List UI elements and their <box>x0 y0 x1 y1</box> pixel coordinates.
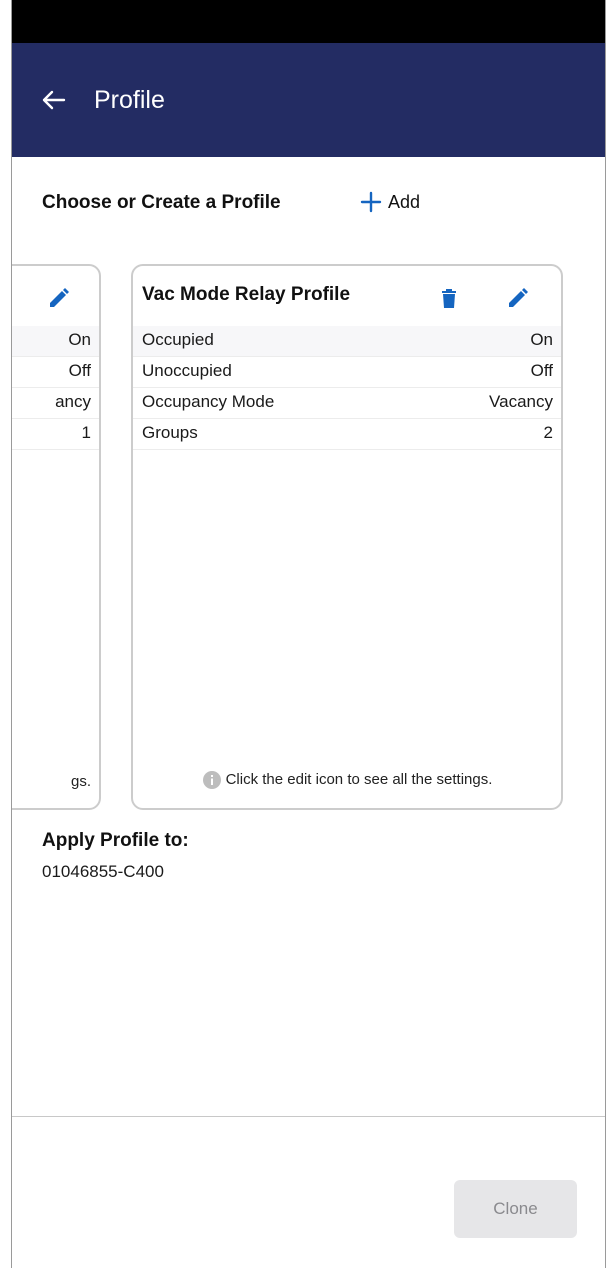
apply-profile-heading: Apply Profile to: <box>42 830 189 851</box>
setting-label: Occupied <box>142 330 214 349</box>
setting-value: ancy <box>55 392 91 411</box>
plus-icon <box>360 191 382 213</box>
add-label: Add <box>388 191 421 212</box>
info-icon <box>202 771 221 789</box>
back-button[interactable] <box>38 85 68 115</box>
pencil-icon[interactable] <box>506 286 530 310</box>
setting-value: On <box>530 330 553 349</box>
setting-value: 1 <box>81 423 91 442</box>
card-note: gs. <box>12 773 99 790</box>
row-divider <box>133 449 561 450</box>
note-text: gs. <box>70 773 91 790</box>
row-divider <box>12 449 99 450</box>
section-title: Choose or Create a Profile <box>42 192 281 213</box>
arrow-left-icon <box>42 90 66 110</box>
setting-row-occupancy-mode: Occupancy Mode Vacancy <box>133 387 561 418</box>
setting-row: On <box>12 326 99 356</box>
pencil-icon[interactable] <box>47 286 71 310</box>
profile-card-vac-mode-relay[interactable]: Vac Mode Relay Profile Occupied On Unocc… <box>131 264 563 810</box>
setting-label: Groups <box>142 423 198 442</box>
setting-row-unoccupied: Unoccupied Off <box>133 356 561 387</box>
setting-row-occupied: Occupied On <box>133 326 561 356</box>
card-note: Click the edit icon to see all the setti… <box>133 770 561 790</box>
setting-label: Occupancy Mode <box>142 392 275 411</box>
setting-row-groups: Groups 2 <box>133 418 561 449</box>
frame-left <box>0 0 11 1268</box>
add-profile-button[interactable]: Add <box>360 191 420 213</box>
clone-button[interactable]: Clone <box>454 1180 577 1238</box>
profile-name: Vac Mode Relay Profile <box>142 284 351 305</box>
setting-value: Off <box>68 361 91 380</box>
note-text: Click the edit icon to see all the setti… <box>225 770 493 788</box>
trash-icon[interactable] <box>437 286 461 310</box>
app-header: Profile <box>12 43 605 157</box>
profile-settings-list: Occupied On Unoccupied Off Occupancy Mod… <box>133 326 561 450</box>
setting-value: Off <box>530 361 553 380</box>
profile-card-previous[interactable]: On Off ancy 1 gs. <box>12 264 101 810</box>
profile-carousel[interactable]: On Off ancy 1 gs. Vac Mode Relay Profile… <box>12 264 605 812</box>
setting-value: Vacancy <box>489 392 553 411</box>
card-header <box>12 266 99 326</box>
setting-label: Unoccupied <box>142 361 232 380</box>
setting-row: 1 <box>12 418 99 449</box>
setting-row: Off <box>12 356 99 387</box>
card-header: Vac Mode Relay Profile <box>133 266 561 326</box>
page-title: Profile <box>94 86 165 114</box>
setting-value: 2 <box>543 423 553 442</box>
app-window: Profile Choose or Create a Profile Add O… <box>11 0 606 1268</box>
apply-target-device: 01046855-C400 <box>42 862 164 881</box>
footer-bar: Clone <box>12 1116 605 1268</box>
profile-settings-list: On Off ancy 1 <box>12 326 99 450</box>
setting-value: On <box>68 330 91 349</box>
setting-row: ancy <box>12 387 99 418</box>
profile-section-header: Choose or Create a Profile Add <box>42 188 602 220</box>
status-bar <box>12 0 605 43</box>
